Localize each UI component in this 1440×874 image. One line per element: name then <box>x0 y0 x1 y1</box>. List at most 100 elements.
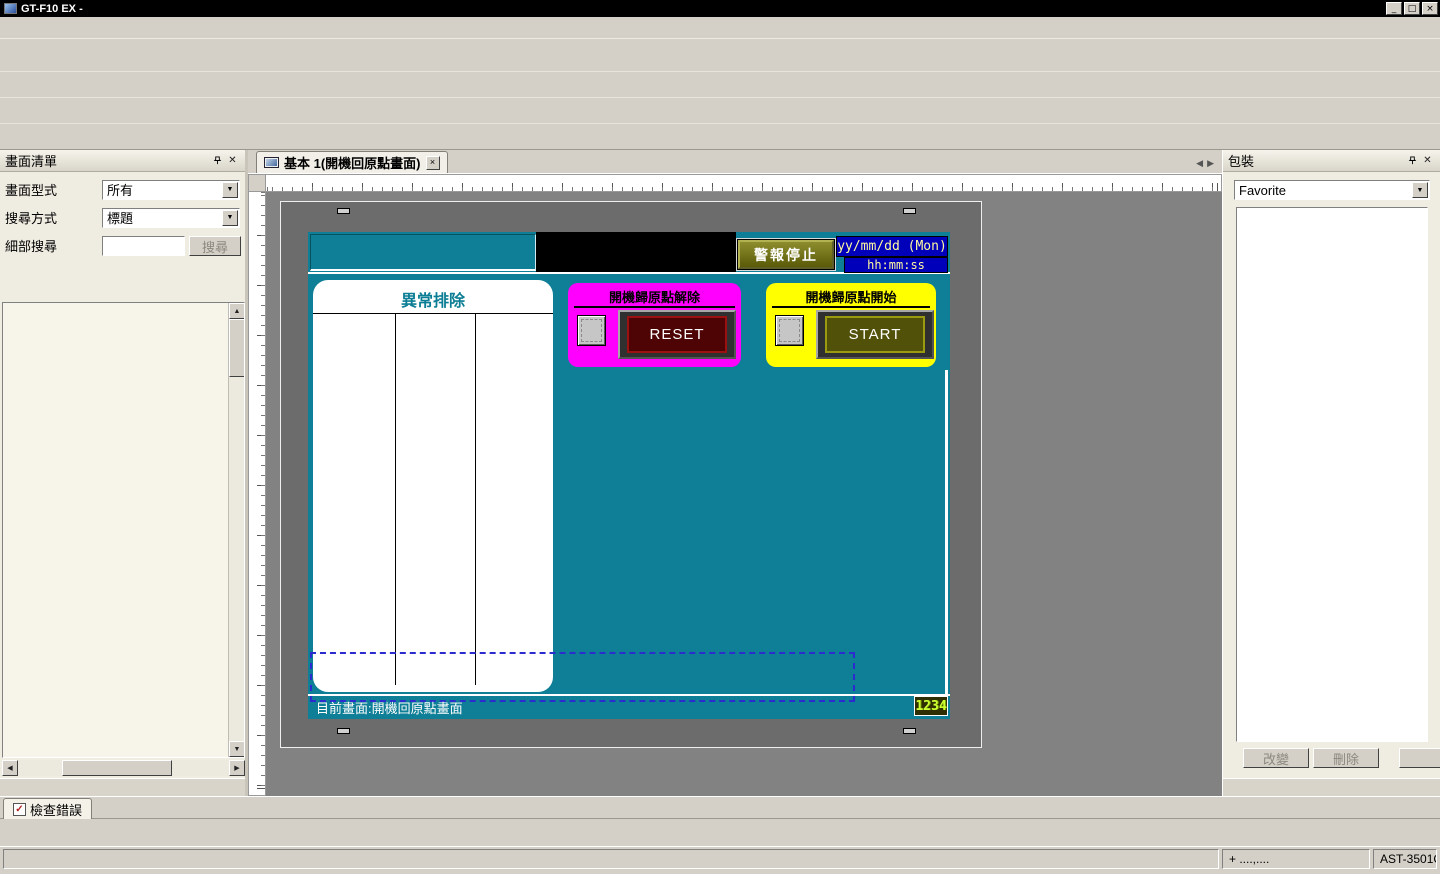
reset-panel-title: 開機歸原點解除 <box>568 287 741 306</box>
screen-list-title: 畫面清單 <box>5 151 57 170</box>
restore-button[interactable]: □ <box>1404 2 1420 15</box>
column-divider <box>475 313 476 685</box>
screen-type-select[interactable]: 所有 ▼ <box>102 180 240 200</box>
start-panel-title: 開機歸原點開始 <box>766 287 936 306</box>
pin-icon[interactable] <box>1405 153 1420 168</box>
divider <box>772 306 930 308</box>
document-tab[interactable]: 基本 1(開機回原點畫面) × <box>256 151 448 173</box>
alarm-stop-button[interactable]: 警報停止 <box>738 240 834 269</box>
start-button[interactable]: START <box>816 310 934 359</box>
check-icon: ✓ <box>13 803 26 816</box>
scrollbar-thumb[interactable] <box>62 760 172 776</box>
selection-handle[interactable] <box>903 728 916 734</box>
status-message-cell <box>3 849 1219 869</box>
package-panel: 包裝 ✕ Favorite ▼ 改變 刪除 <box>1222 150 1440 796</box>
reset-panel: 開機歸原點解除 RESET <box>568 283 741 367</box>
scroll-left-icon[interactable]: ◀ <box>2 760 18 776</box>
workflow-bar <box>0 38 1440 71</box>
ruler-row <box>248 174 1222 192</box>
hmi-screen[interactable]: 警報停止 yy/mm/dd (Mon) hh:mm:ss 異常排除 <box>308 232 950 719</box>
change-button[interactable]: 改變 <box>1243 748 1309 768</box>
tab-scroll-right-icon[interactable]: ▶ <box>1207 158 1214 169</box>
chevron-down-icon[interactable]: ▼ <box>222 210 238 226</box>
current-screen-text: 目前畫面:開機回原點畫面 <box>316 698 463 717</box>
detail-search-label: 細部搜尋 <box>5 236 102 255</box>
title-redaction <box>83 2 1384 15</box>
screen-object-frame[interactable]: 警報停止 yy/mm/dd (Mon) hh:mm:ss 異常排除 <box>281 202 981 747</box>
error-check-label: 檢查錯誤 <box>30 800 82 819</box>
search-mode-select[interactable]: 標題 ▼ <box>102 208 240 228</box>
trouble-clear-panel: 異常排除 <box>313 280 553 692</box>
window-title: GT-F10 EX - <box>21 3 83 15</box>
chevron-down-icon[interactable]: ▼ <box>222 182 238 198</box>
screen-list: ▲ ▼ <box>2 302 245 758</box>
time-display: hh:mm:ss <box>844 257 948 273</box>
scroll-up-icon[interactable]: ▲ <box>229 303 245 319</box>
package-extra-button[interactable] <box>1399 748 1440 768</box>
detail-search-input[interactable] <box>102 236 185 256</box>
app-icon <box>4 3 17 14</box>
numeric-display: 1234 <box>914 696 948 716</box>
tab-scroll-left-icon[interactable]: ◀ <box>1196 158 1203 169</box>
design-canvas[interactable]: 警報停止 yy/mm/dd (Mon) hh:mm:ss 異常排除 <box>266 192 1222 796</box>
close-panel-icon[interactable]: ✕ <box>225 153 240 168</box>
toolbar-standard <box>0 71 1440 97</box>
editor-area: 基本 1(開機回原點畫面) × ◀ ▶ <box>248 150 1222 796</box>
menu-bar <box>0 17 1440 38</box>
error-check-tab[interactable]: ✓ 檢查錯誤 <box>3 798 92 819</box>
device-model-cell: AST-3501C <box>1373 849 1437 869</box>
start-lamp[interactable] <box>775 315 804 346</box>
close-button[interactable]: × <box>1422 2 1438 15</box>
package-title: 包裝 <box>1228 151 1254 170</box>
horizontal-scrollbar[interactable]: ◀ ▶ <box>2 760 245 776</box>
close-panel-icon[interactable]: ✕ <box>1420 153 1435 168</box>
vertical-ruler <box>248 192 266 796</box>
vertical-scrollbar[interactable]: ▲ ▼ <box>228 303 244 757</box>
coordinates-cell: + ....,.... <box>1222 849 1370 869</box>
divider <box>308 694 950 696</box>
screen-list-header: 畫面清單 ✕ <box>0 150 245 172</box>
tab-close-icon[interactable]: × <box>426 156 440 170</box>
selection-handle[interactable] <box>903 208 916 214</box>
hmi-title-block <box>310 234 536 271</box>
start-button-face: START <box>825 316 925 353</box>
reset-button-face: RESET <box>627 316 727 353</box>
reset-button[interactable]: RESET <box>618 310 736 359</box>
divider <box>574 306 735 308</box>
screen-icon <box>264 157 279 168</box>
screen-list-tabs <box>0 778 245 797</box>
application-window: GT-F10 EX - _ □ × 畫面清單 ✕ 畫面型式 所有 <box>0 0 1440 874</box>
selection-handle[interactable] <box>337 208 350 214</box>
scroll-right-icon[interactable]: ▶ <box>229 760 245 776</box>
horizontal-ruler <box>266 174 1222 192</box>
minimize-button[interactable]: _ <box>1386 2 1402 15</box>
package-list[interactable] <box>1236 207 1428 742</box>
title-bar: GT-F10 EX - _ □ × <box>0 0 1440 17</box>
toolbar-edit <box>0 123 1440 149</box>
error-check-row: ✓ 檢查錯誤 <box>0 796 1440 818</box>
selection-handle[interactable] <box>337 728 350 734</box>
package-category-select[interactable]: Favorite ▼ <box>1234 180 1430 200</box>
package-header: 包裝 ✕ <box>1223 150 1440 172</box>
start-panel: 開機歸原點開始 START <box>766 283 936 367</box>
screen-list-items <box>3 303 228 757</box>
screen-type-value: 所有 <box>107 180 133 199</box>
scroll-down-icon[interactable]: ▼ <box>229 741 245 757</box>
reset-lamp[interactable] <box>577 315 606 346</box>
hmi-redacted-block <box>536 232 736 272</box>
screen-type-label: 畫面型式 <box>5 180 102 199</box>
package-category-value: Favorite <box>1239 183 1286 198</box>
divider <box>313 313 553 314</box>
pin-icon[interactable] <box>210 153 225 168</box>
search-button[interactable]: 搜尋 <box>189 236 241 256</box>
main-area: 畫面清單 ✕ 畫面型式 所有 ▼ 搜尋方式 標題 ▼ <box>0 149 1440 796</box>
package-panel-tabs <box>1223 778 1440 796</box>
scrollbar-thumb[interactable] <box>229 319 245 377</box>
chevron-down-icon[interactable]: ▼ <box>1412 182 1428 198</box>
status-bar: + ....,.... AST-3501C <box>0 846 1440 872</box>
section-border <box>945 370 948 697</box>
document-tab-label: 基本 1(開機回原點畫面) <box>284 153 421 172</box>
screen-list-toolbar <box>4 264 243 288</box>
delete-button[interactable]: 刪除 <box>1313 748 1379 768</box>
document-tab-bar: 基本 1(開機回原點畫面) × ◀ ▶ <box>248 150 1222 174</box>
